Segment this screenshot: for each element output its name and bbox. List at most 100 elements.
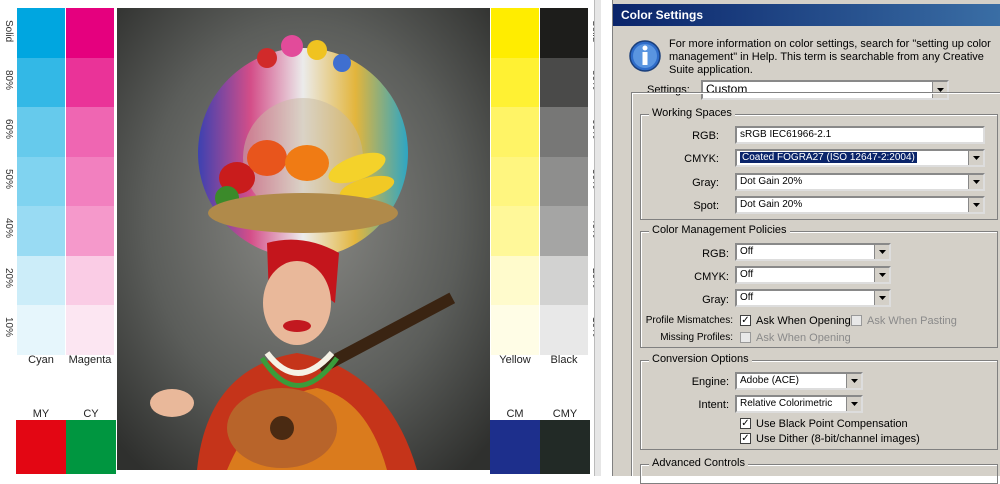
policy-rgb-dropdown[interactable]: Off (735, 243, 891, 261)
tint-percent-label: 40% (3, 218, 14, 239)
yellow-tint-swatch (491, 156, 539, 207)
conversion-title: Conversion Options (649, 353, 752, 365)
black-tint-swatch (540, 255, 588, 306)
ws-gray-dropdown[interactable]: Dot Gain 20% (735, 173, 985, 191)
dither-checkbox[interactable]: ✓ (740, 433, 751, 444)
magenta-tint-swatch (66, 156, 114, 207)
policy-gray-label: Gray: (702, 294, 729, 306)
chevron-down-icon[interactable] (846, 374, 861, 388)
advanced-title: Advanced Controls (649, 457, 748, 469)
yellow-tint-swatch (491, 206, 539, 256)
chevron-down-icon[interactable] (874, 245, 889, 259)
cy-overprint-label: CY (83, 408, 99, 420)
chart-frame-edge (594, 0, 601, 476)
engine-dropdown[interactable]: Adobe (ACE) (735, 372, 863, 390)
cm-overprint-label: CM (506, 408, 524, 420)
ask-when-pasting-label: Ask When Pasting (867, 315, 957, 327)
chevron-down-icon[interactable] (968, 151, 983, 165)
cyan-tint-swatch (17, 57, 65, 108)
advanced-group: Advanced Controls (640, 457, 998, 484)
dialog-title-bar[interactable]: Color Settings (613, 4, 1000, 26)
black-tint-swatch (540, 305, 588, 355)
working-spaces-title: Working Spaces (649, 107, 735, 119)
chevron-down-icon[interactable] (874, 268, 889, 282)
policy-rgb-label: RGB: (702, 248, 729, 260)
chevron-down-icon[interactable] (968, 175, 983, 189)
yellow-tint-swatch (491, 8, 539, 58)
black-point-label: Use Black Point Compensation (756, 418, 908, 430)
photo-image (117, 8, 490, 470)
black-point-checkbox[interactable]: ✓ (740, 418, 751, 429)
missing-profiles-label: Missing Profiles: (660, 332, 733, 343)
cyan-tint-swatch (17, 255, 65, 306)
cm-overprint-swatch (490, 420, 540, 474)
yellow-tint-swatch (491, 255, 539, 306)
yellow-tint-swatch (491, 57, 539, 108)
ask-when-opening-label: Ask When Opening (756, 315, 851, 327)
policy-cmyk-dropdown[interactable]: Off (735, 266, 891, 284)
ws-rgb-value: sRGB IEC61966-2.1 (740, 129, 832, 140)
policies-title: Color Management Policies (649, 224, 790, 236)
ws-spot-value: Dot Gain 20% (740, 199, 803, 210)
missing-ask-opening-label: Ask When Opening (756, 332, 851, 344)
magenta-tint-swatch (66, 57, 114, 108)
photo-illustration (117, 8, 490, 470)
ws-rgb-dropdown[interactable]: sRGB IEC61966-2.1 (735, 126, 985, 144)
magenta-tint-swatch (66, 8, 114, 58)
yellow-tint-swatch (491, 107, 539, 157)
magenta-tint-swatch (66, 305, 114, 355)
my-overprint-swatch (16, 420, 66, 474)
tint-percent-label: 60% (3, 119, 14, 140)
tint-percent-label: 10% (3, 317, 14, 338)
dither-label: Use Dither (8-bit/channel images) (756, 433, 920, 445)
dialog-title: Color Settings (621, 8, 704, 22)
policy-rgb-value: Off (740, 246, 754, 257)
ws-cmyk-dropdown[interactable]: Coated FOGRA27 (ISO 12647-2:2004) (735, 149, 985, 167)
ask-when-opening-checkbox[interactable]: ✓ (740, 315, 751, 326)
intent-value: Relative Colorimetric (740, 398, 833, 409)
yellow-tint-swatch (491, 305, 539, 355)
ws-cmyk-label: CMYK: (684, 153, 719, 165)
ws-gray-label: Gray: (692, 177, 719, 189)
ws-rgb-label: RGB: (692, 130, 719, 142)
black-tint-swatch (540, 206, 588, 256)
chevron-down-icon[interactable] (846, 397, 861, 411)
cyan-tint-swatch (17, 107, 65, 157)
cyan-tint-swatch (17, 206, 65, 256)
tint-percent-label: 80% (3, 69, 14, 90)
tint-percent-label: Solid (3, 20, 14, 43)
ws-spot-label: Spot: (693, 200, 719, 212)
info-icon (627, 38, 663, 74)
ws-cmyk-value: Coated FOGRA27 (ISO 12647-2:2004) (740, 152, 917, 163)
black-tint-swatch (540, 57, 588, 108)
chevron-down-icon[interactable] (968, 198, 983, 212)
my-overprint-label: MY (32, 408, 50, 420)
intent-dropdown[interactable]: Relative Colorimetric (735, 395, 863, 413)
magenta-tint-swatch (66, 107, 114, 157)
cy-overprint-swatch (66, 420, 116, 474)
engine-label: Engine: (691, 376, 729, 388)
cyan-tint-swatch (17, 8, 65, 58)
black-tint-swatch (540, 156, 588, 207)
chevron-down-icon[interactable] (874, 291, 889, 305)
ws-spot-dropdown[interactable]: Dot Gain 20% (735, 196, 985, 214)
black-label: Black (550, 354, 578, 366)
cyan-tint-swatch (17, 156, 65, 207)
ask-when-pasting-checkbox[interactable] (851, 315, 862, 326)
color-settings-dialog: Color Settings For more information on c… (612, 0, 1000, 484)
ws-gray-value: Dot Gain 20% (740, 176, 803, 187)
magenta-tint-swatch (66, 206, 114, 256)
tint-percent-label: 20% (3, 267, 14, 288)
black-tint-swatch (540, 8, 588, 58)
cyan-tint-swatch (17, 305, 65, 355)
color-test-chart: CyanMagentaYellowBlackSolidSolid80%80%60… (0, 0, 601, 476)
magenta-label: Magenta (68, 354, 112, 366)
missing-ask-opening-checkbox[interactable] (740, 332, 751, 343)
intent-label: Intent: (698, 399, 729, 411)
policy-gray-dropdown[interactable]: Off (735, 289, 891, 307)
magenta-tint-swatch (66, 255, 114, 306)
cmy-overprint-label: CMY (552, 408, 578, 420)
cmy-overprint-swatch (540, 420, 590, 474)
policy-cmyk-value: Off (740, 269, 754, 280)
black-tint-swatch (540, 107, 588, 157)
